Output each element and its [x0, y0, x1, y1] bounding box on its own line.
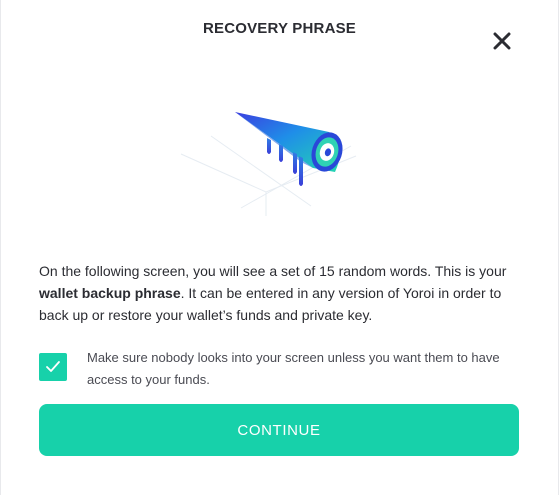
instructions-text: On the following screen, you will see a …: [39, 260, 523, 326]
wallet-backup-phrase-emphasis: wallet backup phrase: [39, 285, 181, 301]
acknowledgement-label: Make sure nobody looks into your screen …: [87, 350, 500, 387]
dialog-title: RECOVERY PHRASE: [202, 20, 357, 37]
close-icon: [493, 32, 511, 50]
acknowledgement-row: Make sure nobody looks into your screen …: [39, 347, 523, 387]
recovery-phrase-illustration: [171, 96, 391, 226]
acknowledgement-checkbox[interactable]: [39, 353, 67, 381]
close-button[interactable]: [491, 30, 513, 52]
instructions-text-part-1: On the following screen, you will see a …: [39, 263, 507, 279]
continue-button[interactable]: CONTINUE: [39, 404, 519, 456]
checkmark-icon: [46, 361, 60, 372]
recovery-phrase-dialog: RECOVERY PHRASE On the following screen,…: [0, 0, 559, 495]
